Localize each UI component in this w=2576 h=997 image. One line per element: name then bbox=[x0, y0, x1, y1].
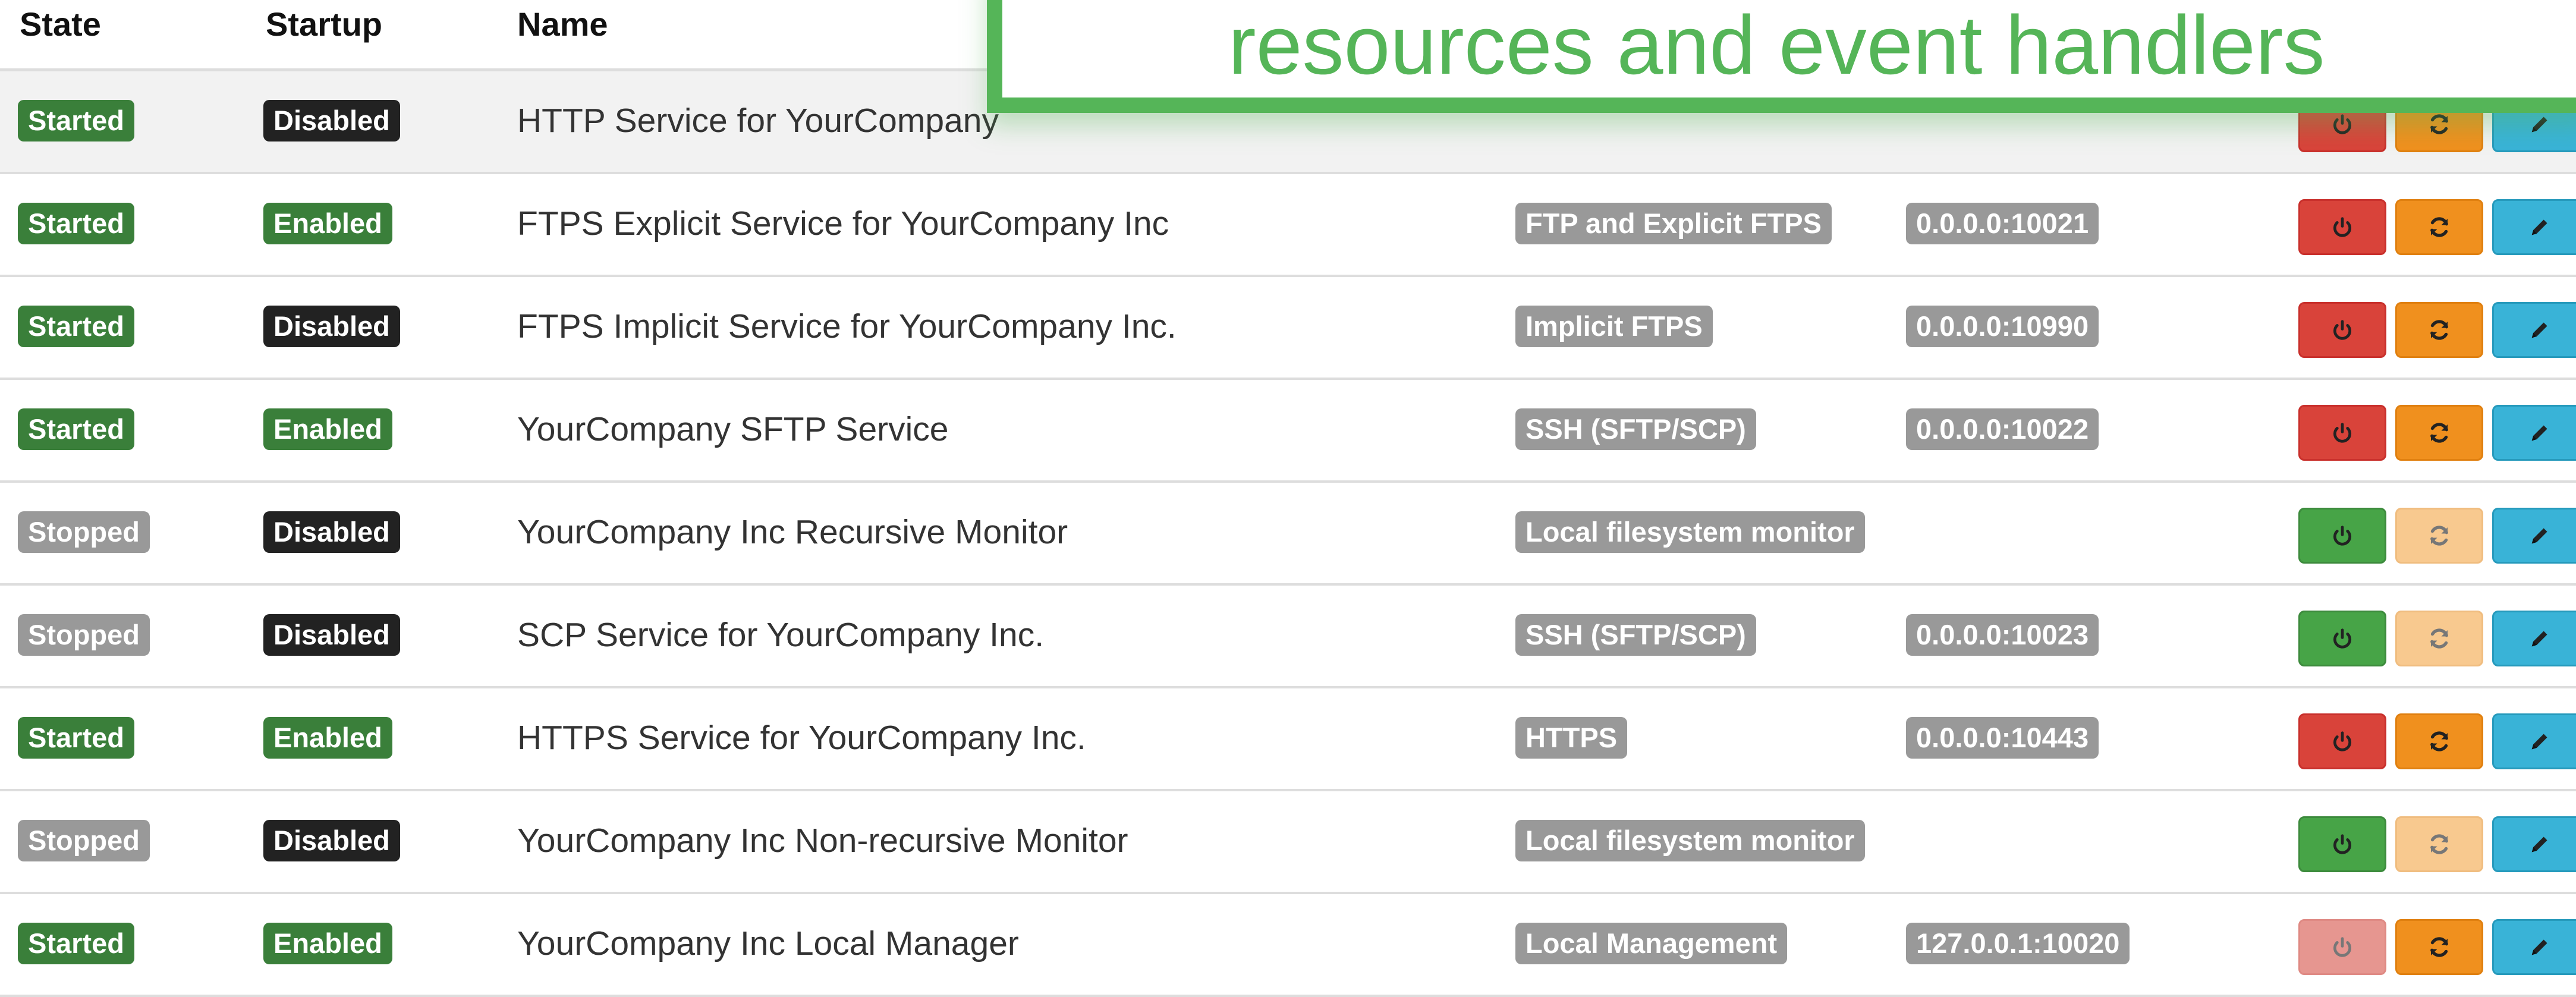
service-name[interactable]: HTTP Service for YourCompany bbox=[517, 101, 999, 140]
state-badge: Started bbox=[18, 923, 134, 964]
address-badge: 127.0.0.1:10020 bbox=[1906, 923, 2130, 964]
startup-badge: Disabled bbox=[263, 100, 400, 141]
edit-button[interactable] bbox=[2492, 816, 2576, 872]
service-type-badge: SSH (SFTP/SCP) bbox=[1515, 614, 1756, 656]
state-badge: Stopped bbox=[18, 820, 150, 861]
service-name[interactable]: YourCompany Inc Local Manager bbox=[517, 924, 1019, 963]
address-badge: 0.0.0.0:10023 bbox=[1906, 614, 2099, 656]
service-name[interactable]: SCP Service for YourCompany Inc. bbox=[517, 615, 1044, 655]
table-row[interactable]: Started Enabled YourCompany Inc Local Mana… bbox=[0, 894, 2576, 997]
service-name[interactable]: FTPS Implicit Service for YourCompany In… bbox=[517, 307, 1177, 346]
state-badge: Started bbox=[18, 408, 134, 450]
address-badge: 0.0.0.0:10021 bbox=[1906, 203, 2099, 244]
startup-badge: Enabled bbox=[263, 408, 392, 450]
start-button[interactable] bbox=[2298, 611, 2386, 666]
state-badge: Started bbox=[18, 203, 134, 244]
startup-badge: Disabled bbox=[263, 820, 400, 861]
restart-button[interactable] bbox=[2395, 919, 2483, 975]
start-button[interactable] bbox=[2298, 816, 2386, 872]
service-name[interactable]: YourCompany Inc Recursive Monitor bbox=[517, 512, 1068, 552]
startup-badge: Disabled bbox=[263, 306, 400, 347]
service-type-badge: Implicit FTPS bbox=[1515, 306, 1713, 347]
service-type-badge: HTTPS bbox=[1515, 717, 1628, 759]
column-header-name[interactable]: Name bbox=[517, 5, 608, 43]
service-name[interactable]: YourCompany SFTP Service bbox=[517, 410, 949, 449]
state-badge: Stopped bbox=[18, 614, 150, 656]
startup-badge: Enabled bbox=[263, 717, 392, 759]
table-row[interactable]: Started Enabled YourCompany SFTP Service SS… bbox=[0, 380, 2576, 483]
table-row[interactable]: Started Enabled FTPS Explicit Service for … bbox=[0, 174, 2576, 277]
address-badge: 0.0.0.0:10022 bbox=[1906, 408, 2099, 450]
address-badge: 0.0.0.0:10443 bbox=[1906, 717, 2099, 759]
annotation-callout: resources and event handlers bbox=[987, 0, 2576, 113]
restart-button[interactable] bbox=[2395, 713, 2483, 769]
table-row[interactable]: Stopped Disabled SCP Service for YourCompa… bbox=[0, 586, 2576, 688]
restart-button[interactable] bbox=[2395, 611, 2483, 666]
restart-button[interactable] bbox=[2395, 816, 2483, 872]
service-type-badge: SSH (SFTP/SCP) bbox=[1515, 408, 1756, 450]
stop-button[interactable] bbox=[2298, 919, 2386, 975]
state-badge: Stopped bbox=[18, 511, 150, 553]
table-body: Started Disabled HTTP Service for YourComp… bbox=[0, 71, 2576, 997]
edit-button[interactable] bbox=[2492, 713, 2576, 769]
start-button[interactable] bbox=[2298, 508, 2386, 564]
stop-button[interactable] bbox=[2298, 405, 2386, 461]
edit-button[interactable] bbox=[2492, 199, 2576, 255]
service-type-badge: FTP and Explicit FTPS bbox=[1515, 203, 1832, 244]
column-header-startup[interactable]: Startup bbox=[266, 5, 382, 43]
edit-button[interactable] bbox=[2492, 919, 2576, 975]
table-row[interactable]: Stopped Disabled YourCompany Inc Non-recur… bbox=[0, 791, 2576, 894]
startup-badge: Enabled bbox=[263, 203, 392, 244]
edit-button[interactable] bbox=[2492, 405, 2576, 461]
state-badge: Started bbox=[18, 306, 134, 347]
stop-button[interactable] bbox=[2298, 302, 2386, 358]
startup-badge: Disabled bbox=[263, 614, 400, 656]
restart-button[interactable] bbox=[2395, 405, 2483, 461]
stop-button[interactable] bbox=[2298, 199, 2386, 255]
startup-badge: Enabled bbox=[263, 923, 392, 964]
services-table: State Startup Name Started Disabled HTTP S… bbox=[0, 0, 2576, 997]
edit-button[interactable] bbox=[2492, 302, 2576, 358]
table-row[interactable]: Started Disabled FTPS Implicit Service for… bbox=[0, 277, 2576, 380]
state-badge: Started bbox=[18, 100, 134, 141]
restart-button[interactable] bbox=[2395, 302, 2483, 358]
table-row[interactable]: Stopped Disabled YourCompany Inc Recursive… bbox=[0, 483, 2576, 586]
column-header-state[interactable]: State bbox=[20, 5, 101, 43]
address-badge: 0.0.0.0:10990 bbox=[1906, 306, 2099, 347]
service-name[interactable]: FTPS Explicit Service for YourCompany In… bbox=[517, 204, 1169, 243]
stop-button[interactable] bbox=[2298, 713, 2386, 769]
state-badge: Started bbox=[18, 717, 134, 759]
table-row[interactable]: Started Enabled HTTPS Service for YourComp… bbox=[0, 688, 2576, 791]
edit-button[interactable] bbox=[2492, 508, 2576, 564]
restart-button[interactable] bbox=[2395, 508, 2483, 564]
service-type-badge: Local Management bbox=[1515, 923, 1788, 964]
startup-badge: Disabled bbox=[263, 511, 400, 553]
restart-button[interactable] bbox=[2395, 199, 2483, 255]
callout-text: resources and event handlers bbox=[1228, 0, 2325, 92]
service-type-badge: Local filesystem monitor bbox=[1515, 511, 1865, 553]
service-name[interactable]: HTTPS Service for YourCompany Inc. bbox=[517, 718, 1086, 757]
service-name[interactable]: YourCompany Inc Non-recursive Monitor bbox=[517, 821, 1128, 860]
service-type-badge: Local filesystem monitor bbox=[1515, 820, 1865, 861]
edit-button[interactable] bbox=[2492, 611, 2576, 666]
